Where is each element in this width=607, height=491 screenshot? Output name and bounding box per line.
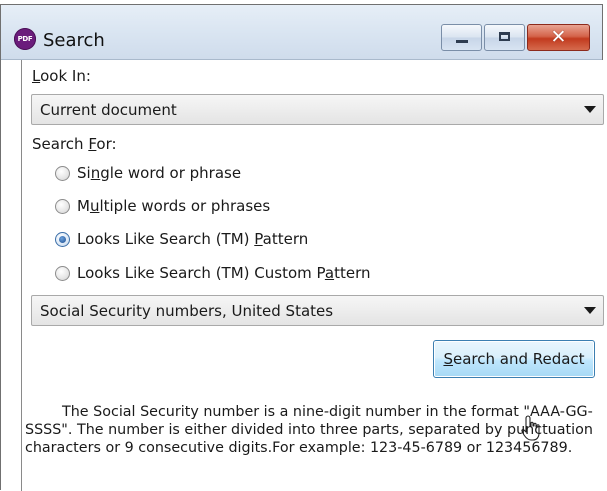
maximize-button[interactable]: [484, 24, 525, 51]
dropdown-arrow-icon: [584, 307, 596, 314]
pattern-dropdown[interactable]: Social Security numbers, United States: [31, 295, 604, 326]
window-title: Search: [43, 30, 105, 51]
app-icon-text: PDF: [17, 35, 33, 43]
radio-button-checked-icon[interactable]: [55, 232, 70, 247]
search-for-label: Search For:: [32, 135, 117, 153]
title-bar[interactable]: PDF Search ✕: [1, 5, 602, 60]
radio-label: Multiple words or phrases: [77, 197, 271, 215]
close-icon: ✕: [550, 26, 567, 48]
minimize-button[interactable]: [441, 24, 482, 51]
maximize-icon: [499, 32, 510, 41]
look-in-selected: Current document: [40, 101, 177, 119]
radio-dot-icon: [59, 236, 66, 243]
radio-label: Looks Like Search (TM) Custom Pattern: [77, 264, 371, 282]
radio-label: Looks Like Search (TM) Pattern: [77, 230, 309, 248]
close-button[interactable]: ✕: [527, 24, 590, 51]
pattern-selected: Social Security numbers, United States: [40, 302, 334, 320]
radio-button-icon[interactable]: [55, 166, 70, 181]
dropdown-arrow-icon: [584, 106, 596, 113]
pdf-app-icon: PDF: [14, 28, 36, 50]
search-window: PDF Search ✕ Look In: Current document S…: [0, 4, 605, 491]
radio-button-icon[interactable]: [55, 199, 70, 214]
look-in-label: Look In:: [32, 67, 91, 85]
look-in-dropdown[interactable]: Current document: [31, 94, 604, 125]
search-panel: Look In: Current document Search For: Si…: [21, 60, 605, 491]
radio-label: Single word or phrase: [77, 164, 242, 182]
radio-button-icon[interactable]: [55, 266, 70, 281]
minimize-icon: [456, 40, 468, 43]
pattern-description: The Social Security number is a nine-dig…: [25, 404, 593, 456]
search-and-redact-button[interactable]: Search and Redact: [433, 340, 595, 378]
